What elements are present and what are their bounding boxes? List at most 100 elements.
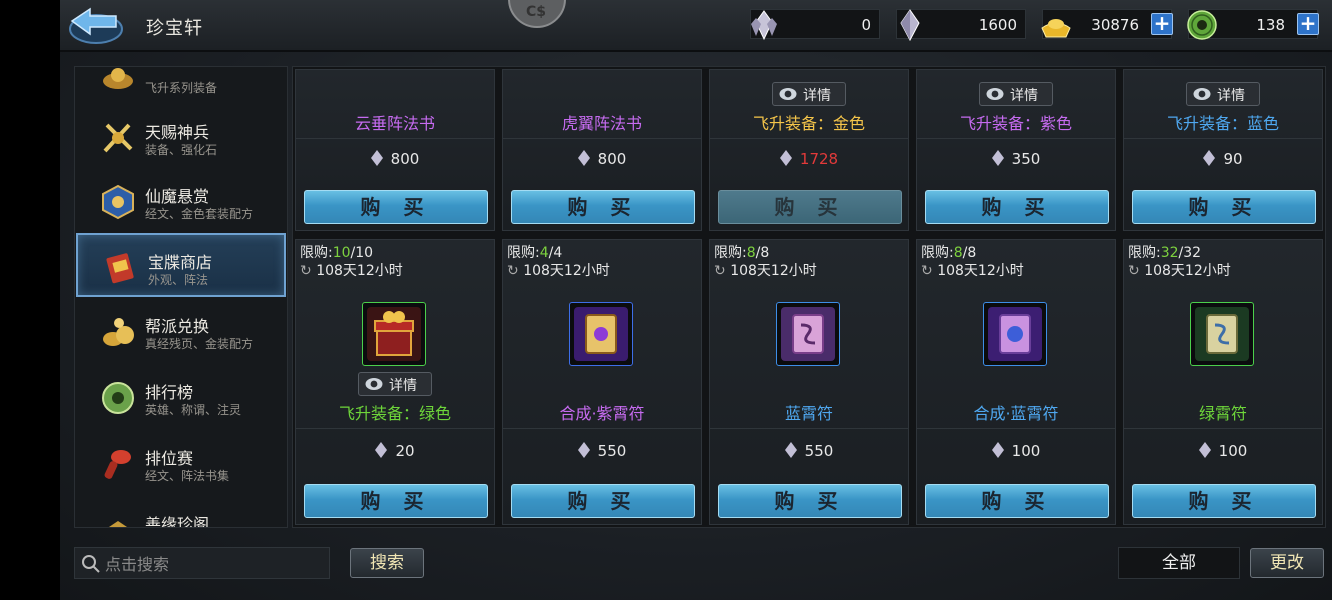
sidebar-item-gang-exchange[interactable]: 帮派兑换 真经残页、金装配方 xyxy=(75,299,287,363)
limit-total: /8 xyxy=(755,245,770,261)
gang-exchange-icon xyxy=(103,318,134,346)
sidebar-item-sub: 英雄、称谓、注灵 xyxy=(145,403,242,417)
crystal-icon xyxy=(370,150,383,166)
sidebar-item-ranking[interactable]: 排行榜 英雄、称谓、注灵 xyxy=(75,365,287,429)
item-slot[interactable] xyxy=(569,302,633,366)
item-price: 550 xyxy=(503,442,701,460)
timer-text: 108天12小时 xyxy=(937,263,1024,279)
buy-button[interactable]: 购 买 xyxy=(304,190,488,224)
divider xyxy=(1124,428,1322,429)
item-slot[interactable] xyxy=(776,302,840,366)
sidebar-item-pavilion[interactable]: 善缘珍阁 xyxy=(75,497,287,527)
item-name: 飞升装备：金色 xyxy=(752,114,865,133)
refresh-icon: ↻ xyxy=(300,263,312,279)
currency-value: 1600 xyxy=(978,16,1017,34)
filter-select[interactable]: 全部 xyxy=(1118,547,1240,579)
sidebar-item-sub: 经文、金色套装配方 xyxy=(145,207,254,221)
sidebar-item-divine-weapons[interactable]: 天赐神兵 装备、强化石 xyxy=(75,105,287,169)
divider xyxy=(917,428,1115,429)
shop-card: 云垂阵法书 800 购 买 xyxy=(295,69,495,231)
item-slot[interactable] xyxy=(983,302,1047,366)
sidebar-item-name: 天赐神兵 xyxy=(145,123,210,142)
buy-button[interactable]: 购 买 xyxy=(925,190,1109,224)
change-button[interactable]: 更改 xyxy=(1250,548,1324,578)
divider xyxy=(917,138,1115,139)
buy-button[interactable]: 购 买 xyxy=(925,484,1109,518)
currency-value: 30876 xyxy=(1091,16,1139,34)
item-name: 绿霄符 xyxy=(1198,404,1247,423)
refresh-icon: ↻ xyxy=(921,263,933,279)
sidebar-item-ranked-match[interactable]: 排位赛 经文、阵法书集 xyxy=(75,431,287,495)
ranked-match-icon xyxy=(104,450,131,479)
currency-crystal-cluster: 0 xyxy=(750,9,880,41)
add-jade-button[interactable]: + xyxy=(1297,13,1319,35)
timer-text: 108天12小时 xyxy=(316,263,403,279)
sidebar-item-name: 宝牒商店 xyxy=(148,253,213,272)
buy-button[interactable]: 购 买 xyxy=(304,484,488,518)
item-price: 100 xyxy=(917,442,1115,460)
search-icon xyxy=(82,555,100,573)
search-input[interactable] xyxy=(105,552,325,576)
crystal-cluster-icon xyxy=(751,10,777,41)
shop-card: 限购:32/32 ↻ 108天12小时 绿霄符 100 购 买 xyxy=(1123,239,1323,525)
sidebar-item-name: 排位赛 xyxy=(145,449,194,468)
price-value: 20 xyxy=(395,442,415,460)
limit-used: 10 xyxy=(332,245,351,261)
sidebar-item-sub: 真经残页、金装配方 xyxy=(145,337,254,351)
eye-icon xyxy=(986,88,1004,100)
price-value: 100 xyxy=(1011,442,1041,460)
item-slot[interactable] xyxy=(1190,302,1254,366)
refresh-icon: ↻ xyxy=(507,263,519,279)
time-remaining: ↻ 108天12小时 xyxy=(1128,260,1231,280)
treasure-icon xyxy=(103,68,133,89)
buy-button[interactable]: 购 买 xyxy=(1132,190,1316,224)
blue-talisman-icon xyxy=(781,307,835,361)
category-sidebar: 飞升系列装备 天赐神兵 装备、强化石 仙魔悬赏 经文、金色套装配方 宝牒商店 外… xyxy=(74,66,288,528)
page-title: 珍宝轩 xyxy=(146,18,203,39)
buy-button[interactable]: 购 买 xyxy=(718,484,902,518)
item-price: 1728 xyxy=(710,150,908,168)
sidebar-item-sub: 装备、强化石 xyxy=(145,143,218,157)
sidebar-item-scroll-shop[interactable]: 宝牒商店 外观、阵法 xyxy=(76,233,286,297)
divider xyxy=(503,428,701,429)
search-button[interactable]: 搜索 xyxy=(350,548,424,578)
currency-value: 138 xyxy=(1256,16,1285,34)
back-button[interactable] xyxy=(66,3,126,47)
item-name: 飞升装备：绿色 xyxy=(338,404,451,423)
item-slot[interactable] xyxy=(362,302,426,366)
sidebar-item-bounty[interactable]: 仙魔悬赏 经文、金色套装配方 xyxy=(75,169,287,233)
item-price: 100 xyxy=(1124,442,1322,460)
timer-text: 108天12小时 xyxy=(1144,263,1231,279)
item-price: 90 xyxy=(1124,150,1322,168)
details-label: 详情 xyxy=(1010,88,1038,104)
divider xyxy=(1124,138,1322,139)
details-button[interactable]: 详情 xyxy=(772,82,846,106)
limit-used: 8 xyxy=(746,245,756,261)
price-value: 100 xyxy=(1218,442,1248,460)
divider xyxy=(503,138,701,139)
details-button[interactable]: 详情 xyxy=(358,372,432,396)
buy-button[interactable]: 购 买 xyxy=(1132,484,1316,518)
details-button[interactable]: 详情 xyxy=(979,82,1053,106)
item-name: 蓝霄符 xyxy=(784,404,833,423)
limit-used: 4 xyxy=(539,245,549,261)
buy-button[interactable]: 购 买 xyxy=(511,190,695,224)
divider xyxy=(296,138,494,139)
timer-text: 108天12小时 xyxy=(523,263,610,279)
buy-button[interactable]: 购 买 xyxy=(511,484,695,518)
currency-crystal: 1600 xyxy=(896,9,1026,42)
item-name: 合成·蓝霄符 xyxy=(973,404,1059,423)
buy-button-disabled[interactable]: 购 买 xyxy=(718,190,902,224)
blue-scroll-icon xyxy=(988,307,1042,361)
details-button[interactable]: 详情 xyxy=(1186,82,1260,106)
item-name: 飞升装备：蓝色 xyxy=(1166,114,1279,133)
add-gold-button[interactable]: + xyxy=(1151,13,1173,35)
sidebar-item-ascension[interactable]: 飞升系列装备 xyxy=(75,67,287,107)
gold-ingot-icon xyxy=(1041,19,1071,38)
limit-total: /4 xyxy=(548,245,563,261)
limit-label: 限购: xyxy=(1128,245,1161,261)
time-remaining: ↻ 108天12小时 xyxy=(714,260,817,280)
purchase-limit: 限购:4/4 xyxy=(507,242,562,262)
crystal-icon xyxy=(577,150,590,166)
divider xyxy=(710,428,908,429)
